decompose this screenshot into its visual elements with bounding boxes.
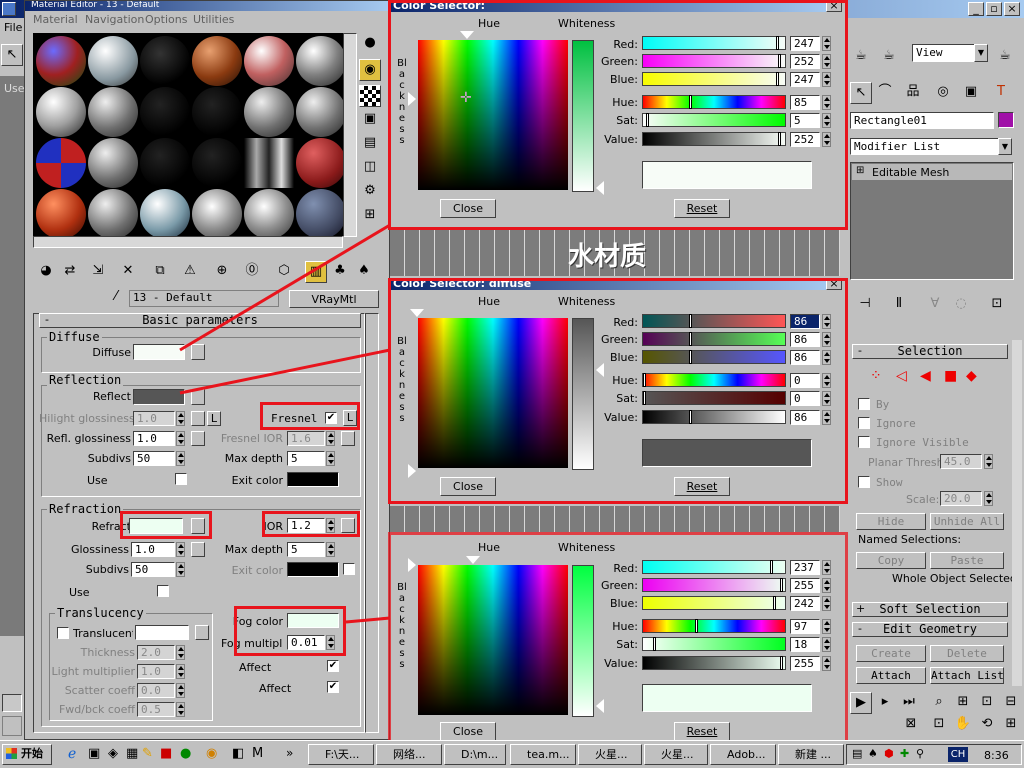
quicklaunch-app5-icon[interactable]: ✎	[142, 746, 153, 761]
tray-ch-badge[interactable]: CH	[948, 747, 968, 762]
quicklaunch-app7-icon[interactable]: ●	[180, 746, 191, 761]
quicklaunch-app4-icon[interactable]: ▦	[126, 746, 138, 761]
tray-icon-4[interactable]: ✚	[900, 747, 909, 760]
taskbar-item-6[interactable]: 火星...	[644, 744, 708, 765]
annotation-line-reflect	[179, 348, 391, 395]
taskbar-item-7[interactable]: Adob...	[710, 744, 776, 765]
quicklaunch-more-icon[interactable]: »	[286, 746, 293, 760]
annotation-line-fog	[345, 616, 391, 624]
quicklaunch-app10-icon[interactable]: M	[252, 746, 263, 761]
taskbar-item-2[interactable]: 网络...	[376, 744, 442, 765]
taskbar-item-8[interactable]: 新建 ...	[778, 744, 844, 765]
tray-icon-2[interactable]: ♠	[868, 747, 878, 760]
start-label: 开始	[21, 747, 43, 760]
quicklaunch-3dsmax-icon[interactable]: ◈	[108, 746, 118, 761]
quicklaunch-app8-icon[interactable]: ◉	[206, 746, 217, 761]
tray-icon-1[interactable]: ▤	[852, 747, 862, 760]
taskbar-item-1[interactable]: F:\天...	[308, 744, 374, 765]
quicklaunch-desktop-icon[interactable]: ▣	[88, 746, 100, 761]
quicklaunch-app6-icon[interactable]: ■	[160, 746, 172, 761]
start-logo-icon	[6, 748, 17, 759]
taskbar-item-4[interactable]: tea.m...	[510, 744, 576, 765]
quicklaunch-ie-icon[interactable]: ℯ	[68, 746, 76, 762]
taskbar-clock: 8:36	[984, 749, 1009, 762]
taskbar-item-5[interactable]: 火星...	[578, 744, 642, 765]
quicklaunch-app9-icon[interactable]: ◧	[232, 746, 244, 761]
tray-icon-3[interactable]: ⬢	[884, 747, 894, 760]
taskbar-item-3[interactable]: D:\m...	[444, 744, 506, 765]
tray-icon-5[interactable]: ⚲	[916, 747, 924, 760]
annotation-line-diffuse	[179, 223, 391, 352]
annotation-lines	[179, 223, 391, 624]
